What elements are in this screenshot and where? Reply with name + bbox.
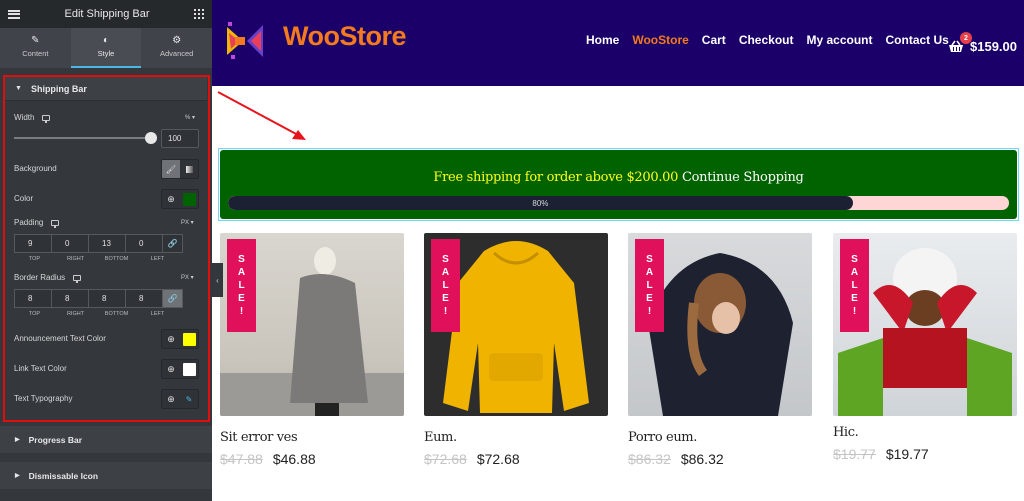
regular-price: $86.32 (628, 451, 671, 467)
product-card[interactable]: S A L E! Eum. $72.68 $72.68 (424, 233, 608, 467)
regular-price: $19.77 (833, 446, 876, 462)
shipping-bar: Free shipping for order above $200.00 Co… (220, 150, 1017, 219)
tab-content[interactable]: ✎ Content (0, 28, 71, 68)
product-prices: $86.32 $86.32 (628, 451, 812, 467)
highlight-box (3, 75, 210, 422)
shipping-progress-bar: 80% (228, 196, 1009, 210)
sale-badge: S A L E! (227, 239, 256, 332)
continue-shopping-link[interactable]: Continue Shopping (682, 170, 804, 185)
nav-woostore[interactable]: WooStore (632, 33, 688, 47)
caret-right-icon: ▶ (15, 473, 20, 479)
sale-badge: S A L E! (431, 239, 460, 332)
chevron-left-icon: ‹ (216, 275, 219, 285)
product-card[interactable]: S A L E! Sit error ves $47.88 $46.88 (220, 233, 404, 467)
product-prices: $19.77 $19.77 (833, 446, 1017, 462)
section-toggle-dismissable-icon[interactable]: ▶ Dismissable Icon (0, 462, 212, 489)
nav-home[interactable]: Home (586, 33, 619, 47)
menu-icon[interactable] (8, 9, 20, 19)
product-title[interactable]: Eum. (424, 430, 608, 445)
site-preview: WooStore Home WooStore Cart Checkout My … (212, 0, 1024, 501)
announcement-text: Free shipping for order above $200.00 (433, 170, 679, 185)
brand-name[interactable]: WooStore (283, 21, 407, 52)
product-image-child-red-mittens[interactable]: S A L E! (833, 233, 1017, 416)
shipping-bar-widget[interactable]: Free shipping for order above $200.00 Co… (218, 148, 1019, 221)
panel-header: Edit Shipping Bar (0, 0, 212, 28)
section-title: Dismissable Icon (28, 470, 99, 481)
main-nav: Home WooStore Cart Checkout My account C… (586, 33, 949, 47)
widgets-grid-icon[interactable] (194, 9, 204, 19)
product-card[interactable]: S A L E! Hic. $19.77 $19.77 (833, 233, 1017, 462)
product-title[interactable]: Hic. (833, 425, 1017, 440)
product-image-girl-snow-jacket[interactable]: S A L E! (628, 233, 812, 416)
caret-right-icon: ▶ (15, 437, 20, 443)
tab-advanced[interactable]: ⚙ Advanced (141, 28, 212, 68)
sale-price: $46.88 (272, 451, 316, 467)
product-card[interactable]: S A L E! Porro eum. $86.32 $86.32 (628, 233, 812, 467)
product-prices: $72.68 $72.68 (424, 451, 608, 467)
product-image-woman-grey-coat[interactable]: S A L E! (220, 233, 404, 416)
collapse-panel-button[interactable]: ‹ (212, 263, 223, 297)
cart-total: $159.00 (970, 39, 1017, 54)
nav-cart[interactable]: Cart (702, 33, 726, 47)
cart-count-badge: 2 (960, 32, 972, 44)
contrast-icon: ◐ (102, 35, 110, 46)
nav-contact-us[interactable]: Contact Us (886, 33, 949, 47)
woostore-logo-icon[interactable] (225, 17, 265, 63)
progress-label: 80% (532, 198, 549, 208)
panel-tabs: ✎ Content ◐ Style ⚙ Advanced (0, 28, 212, 68)
site-header: WooStore Home WooStore Cart Checkout My … (212, 0, 1024, 86)
section-toggle-progress-bar[interactable]: ▶ Progress Bar (0, 426, 212, 453)
sale-badge: S A L E! (635, 239, 664, 332)
tab-style[interactable]: ◐ Style (70, 28, 142, 68)
elementor-panel: Edit Shipping Bar ✎ Content ◐ Style ⚙ Ad… (0, 0, 212, 501)
product-prices: $47.88 $46.88 (220, 451, 404, 467)
sale-price: $72.68 (476, 451, 520, 467)
nav-my-account[interactable]: My account (807, 33, 873, 47)
product-title[interactable]: Sit error ves (220, 430, 404, 445)
product-title[interactable]: Porro eum. (628, 430, 812, 445)
product-image-yellow-hoodie[interactable]: S A L E! (424, 233, 608, 416)
sale-price: $19.77 (885, 446, 929, 462)
sale-badge: S A L E! (840, 239, 869, 332)
shipping-bar-message: Free shipping for order above $200.00 Co… (220, 170, 1017, 185)
nav-checkout[interactable]: Checkout (739, 33, 794, 47)
tab-label: Style (97, 49, 115, 58)
panel-title: Edit Shipping Bar (64, 8, 150, 20)
tab-label: Content (22, 49, 49, 58)
pencil-icon: ✎ (31, 35, 40, 46)
annotation-arrow (217, 91, 306, 140)
section-title: Progress Bar (28, 434, 83, 445)
gear-icon: ⚙ (172, 35, 182, 46)
regular-price: $72.68 (424, 451, 467, 467)
mini-cart[interactable]: 2 $159.00 (948, 32, 1017, 54)
regular-price: $47.88 (220, 451, 263, 467)
tab-label: Advanced (160, 49, 194, 58)
sale-price: $86.32 (680, 451, 724, 467)
